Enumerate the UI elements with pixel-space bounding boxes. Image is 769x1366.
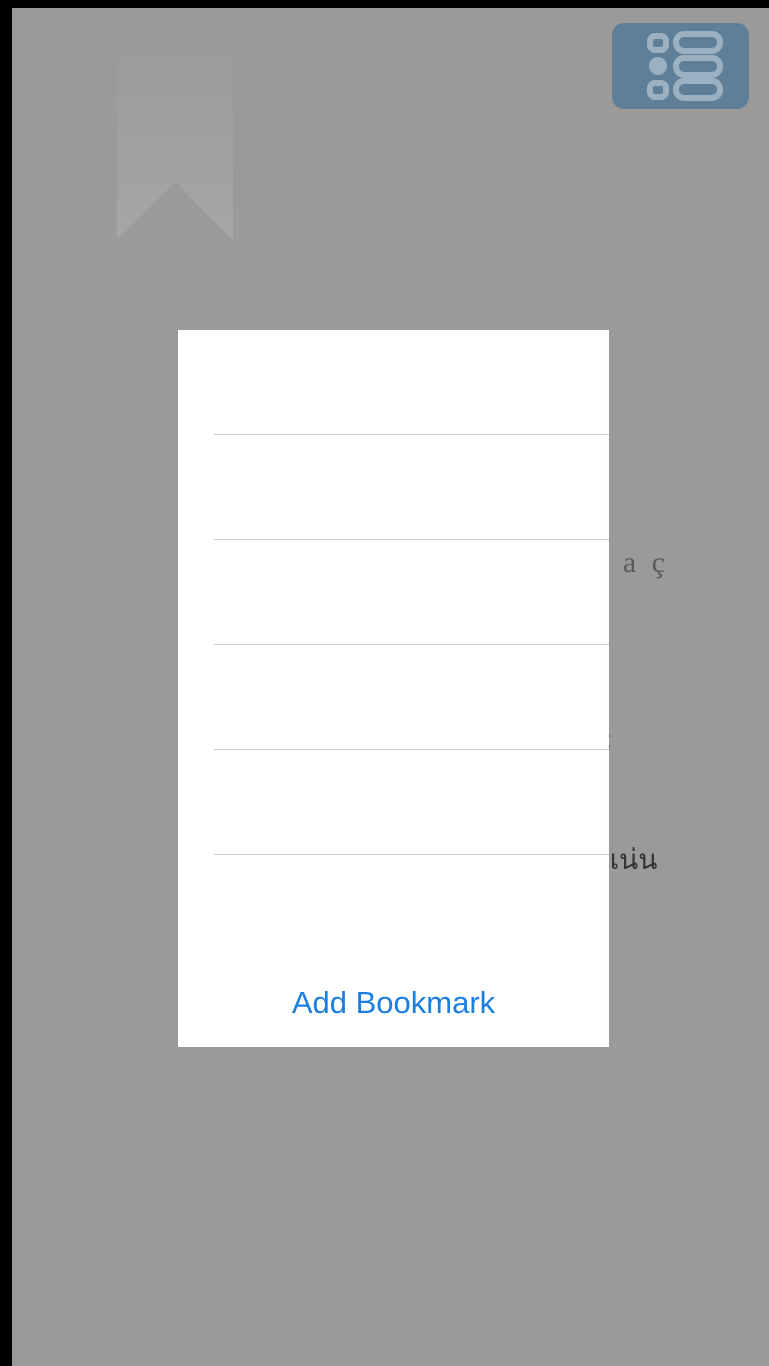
menu-button[interactable] [612,23,749,109]
add-bookmark-button[interactable]: Add Bookmark [178,985,609,1021]
bookmark-row[interactable] [214,540,609,645]
bookmarks-popover: Add Bookmark [178,330,609,1047]
background-text: i a ç [599,546,669,579]
bookmark-row[interactable] [214,750,609,855]
list-icon [647,31,723,101]
bookmark-row[interactable] [214,645,609,750]
bookmark-row[interactable] [214,330,609,435]
bookmark-row[interactable] [214,435,609,540]
reader-screen: i a ç : แน่น Add Bookmark [12,8,769,1366]
background-text: แน่น [601,844,658,875]
bookmark-icon [117,38,233,240]
bookmark-list [178,330,609,855]
